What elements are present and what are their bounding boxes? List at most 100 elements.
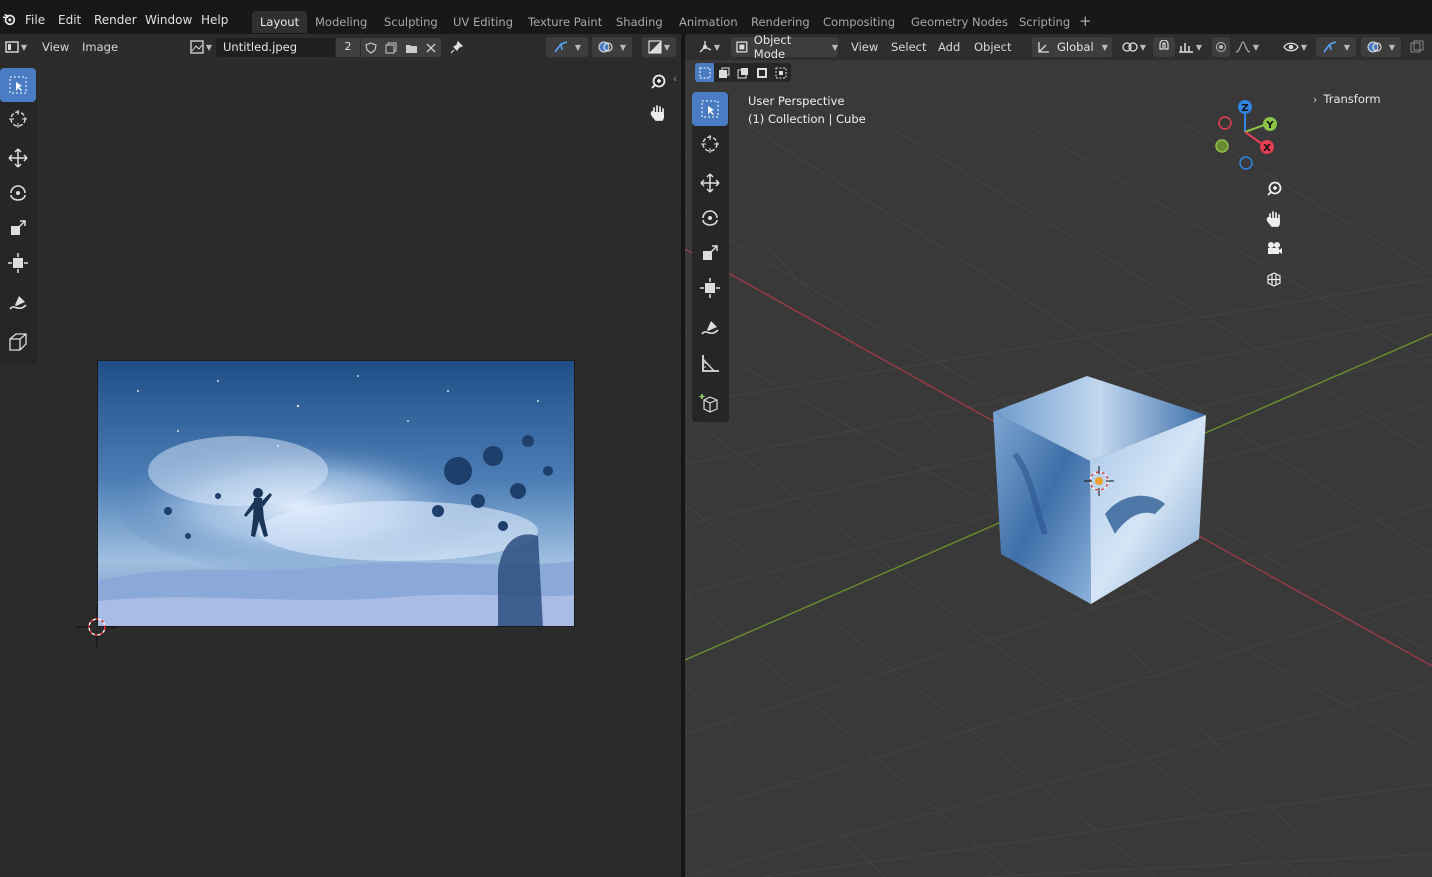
vp-pan-hand-icon[interactable] <box>1261 206 1287 232</box>
transform-panel-label: Transform <box>1323 92 1381 106</box>
move-tool-icon[interactable] <box>0 141 36 175</box>
viewport-header: ▼ Object Mode ▼ View Select Add Object Gl… <box>685 34 1432 61</box>
tab-uv-editing[interactable]: UV Editing <box>445 11 521 33</box>
tab-compositing[interactable]: Compositing <box>815 11 903 33</box>
collection-label: (1) Collection | Cube <box>748 112 866 126</box>
selection-mode-buttons <box>695 63 791 82</box>
tab-modeling[interactable]: Modeling <box>307 11 375 33</box>
add-cube-tool-icon[interactable] <box>692 386 728 420</box>
select-new-icon[interactable] <box>695 63 714 82</box>
snap-toggle-icon[interactable] <box>1153 37 1175 57</box>
tab-sculpting[interactable]: Sculpting <box>376 11 446 33</box>
tab-layout[interactable]: Layout <box>252 11 308 33</box>
tab-animation[interactable]: Animation <box>671 11 746 33</box>
gizmo-y-label: Y <box>1265 120 1274 131</box>
transform-tool-icon[interactable] <box>0 246 36 280</box>
tab-scripting[interactable]: Scripting <box>1011 11 1078 33</box>
falloff-icon[interactable]: ▼ <box>1232 37 1262 57</box>
viewport-toolbar <box>692 92 729 422</box>
pivot-point-icon[interactable]: ▼ <box>1120 37 1148 57</box>
image-editor-menu-image[interactable]: Image <box>82 40 118 54</box>
tab-shading[interactable]: Shading <box>608 11 671 33</box>
camera-view-icon[interactable] <box>1261 236 1287 262</box>
2d-cursor-icon <box>77 607 117 647</box>
gizmo-neg-x[interactable] <box>1218 116 1232 130</box>
pin-icon[interactable] <box>447 37 465 57</box>
image-editor: ▼ View Image ▼ Untitled.jpeg 2 ▼ ▼ ▼ ‹ <box>0 34 681 877</box>
blender-logo-icon[interactable] <box>2 12 16 26</box>
tab-texture-paint[interactable]: Texture Paint <box>520 11 610 33</box>
visibility-eye-icon[interactable]: ▼ <box>1279 37 1311 57</box>
menu-edit[interactable]: Edit <box>58 13 81 27</box>
perspective-label: User Perspective <box>748 94 845 108</box>
select-subtract-icon[interactable] <box>733 63 752 82</box>
3d-viewport[interactable]: ▼ Object Mode ▼ View Select Add Object Gl… <box>685 34 1432 877</box>
gizmo-toggle-icon[interactable]: ▼ <box>546 37 588 57</box>
sample-tool-icon[interactable] <box>0 325 36 359</box>
select-extend-icon[interactable] <box>714 63 733 82</box>
transform-orientation-dropdown[interactable]: Global ▼ <box>1032 37 1112 57</box>
menu-window[interactable]: Window <box>145 13 192 27</box>
editor-type-3d-icon[interactable]: ▼ <box>695 37 723 57</box>
select-invert-icon[interactable] <box>752 63 771 82</box>
display-channels-icon[interactable]: ▼ <box>642 37 676 57</box>
vp-move-tool-icon[interactable] <box>692 166 728 200</box>
image-users-count[interactable]: 2 <box>336 38 360 57</box>
gizmo-neg-z[interactable] <box>1239 156 1253 170</box>
viewport-overlays-icon[interactable]: ▼ <box>1361 37 1401 57</box>
gizmo-neg-y[interactable] <box>1215 139 1229 153</box>
sidebar-transform-panel[interactable]: › Transform <box>1313 92 1381 106</box>
menu-help[interactable]: Help <box>201 13 228 27</box>
viewport-menu-object[interactable]: Object <box>974 40 1011 54</box>
overlays-toggle-icon[interactable]: ▼ <box>592 37 632 57</box>
select-intersect-icon[interactable] <box>771 63 790 82</box>
annotate-tool-icon[interactable] <box>0 286 36 320</box>
navigation-gizmo[interactable]: Z Y X <box>1205 96 1285 176</box>
image-editor-menu-view[interactable]: View <box>42 40 69 54</box>
vp-cursor-tool-icon[interactable] <box>692 127 728 161</box>
fake-user-shield-icon[interactable] <box>361 38 381 57</box>
open-image-folder-icon[interactable] <box>401 38 421 57</box>
pan-hand-icon[interactable] <box>645 100 671 126</box>
vp-zoom-icon[interactable] <box>1261 176 1287 202</box>
zoom-icon[interactable] <box>645 69 671 95</box>
viewport-menu-select[interactable]: Select <box>891 40 926 54</box>
mode-label: Object Mode <box>753 34 792 61</box>
gizmo-z-label: Z <box>1241 103 1248 114</box>
new-image-icon[interactable] <box>381 38 401 57</box>
cursor-tool-icon[interactable] <box>0 102 36 136</box>
add-workspace-icon[interactable]: + <box>1079 12 1092 30</box>
measure-tool-icon[interactable] <box>692 346 728 380</box>
vp-select-box-tool-icon[interactable] <box>692 92 728 126</box>
editor-type-icon[interactable]: ▼ <box>3 37 29 57</box>
proportional-editing-icon[interactable] <box>1212 37 1230 57</box>
image-editor-toolbar <box>0 68 37 364</box>
menu-file[interactable]: File <box>25 13 45 27</box>
image-editor-header: ▼ View Image ▼ Untitled.jpeg 2 ▼ ▼ ▼ <box>0 34 681 60</box>
viewport-menu-add[interactable]: Add <box>938 40 960 54</box>
image-canvas[interactable] <box>97 360 575 627</box>
sidebar-toggle-icon[interactable]: ‹ <box>673 74 677 85</box>
unlink-image-close-icon[interactable] <box>421 38 441 57</box>
chevron-right-icon: › <box>1313 93 1318 106</box>
snap-target-icon[interactable]: ▼ <box>1175 37 1205 57</box>
browse-image-icon[interactable]: ▼ <box>188 37 214 57</box>
viewport-menu-view[interactable]: View <box>851 40 878 54</box>
menu-render[interactable]: Render <box>94 13 137 27</box>
vp-annotate-tool-icon[interactable] <box>692 311 728 345</box>
vp-scale-tool-icon[interactable] <box>692 236 728 270</box>
tab-rendering[interactable]: Rendering <box>743 11 818 33</box>
tab-geometry-nodes[interactable]: Geometry Nodes <box>903 11 1016 33</box>
vp-rotate-tool-icon[interactable] <box>692 201 728 235</box>
image-name-field[interactable]: Untitled.jpeg <box>216 38 335 57</box>
top-menu-bar: File Edit Render Window Help Layout Mode… <box>0 0 1432 34</box>
select-box-tool-icon[interactable] <box>0 68 36 102</box>
rotate-tool-icon[interactable] <box>0 176 36 210</box>
xray-toggle-icon[interactable] <box>1407 37 1427 57</box>
scale-tool-icon[interactable] <box>0 211 36 245</box>
mode-selector[interactable]: Object Mode ▼ <box>731 34 838 61</box>
vp-transform-tool-icon[interactable] <box>692 271 728 305</box>
ortho-grid-icon[interactable] <box>1261 266 1287 292</box>
gizmo-x-label: X <box>1263 143 1271 154</box>
viewport-gizmo-toggle-icon[interactable]: ▼ <box>1316 37 1356 57</box>
